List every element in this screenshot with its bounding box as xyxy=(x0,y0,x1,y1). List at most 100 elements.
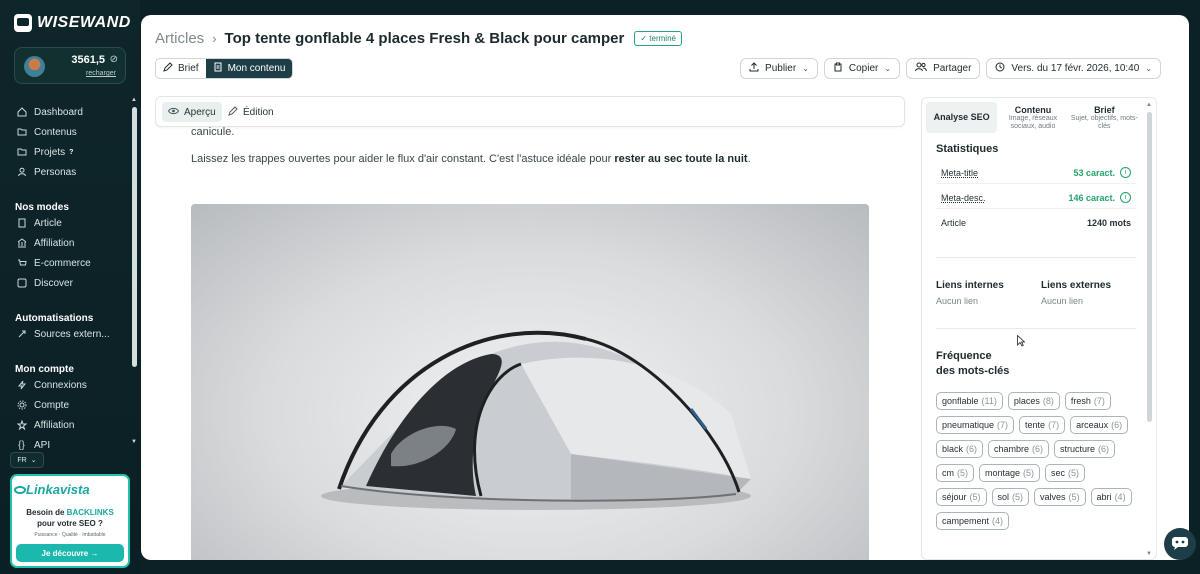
language-select[interactable]: FR ⌄ xyxy=(10,452,44,468)
copy-button[interactable]: Copier ⌄ xyxy=(823,58,901,79)
scroll-up-icon[interactable]: ▲ xyxy=(1146,102,1152,108)
sidebar-item-connexions[interactable]: Connexions xyxy=(16,375,128,395)
status-badge: ✓ terminé xyxy=(634,31,682,46)
tab-brief[interactable]: Brief xyxy=(156,59,206,78)
kw-title-line2: des mots-clés xyxy=(936,365,1010,377)
tab-my-content[interactable]: Mon contenu xyxy=(205,59,293,78)
divider xyxy=(936,257,1136,258)
keyword-pill[interactable]: sec (5) xyxy=(1045,464,1086,482)
tab-brief-seo[interactable]: Brief Sujet, objectifs, mots-clés xyxy=(1069,102,1140,133)
stat-label[interactable]: Meta-desc. xyxy=(941,193,986,203)
keyword-count: (5) xyxy=(969,492,981,502)
breadcrumb-articles[interactable]: Articles xyxy=(155,30,204,47)
sidebar-item-projets[interactable]: Projets ? xyxy=(16,142,128,162)
keyword-word: séjour xyxy=(942,492,967,502)
scroll-thumb[interactable] xyxy=(132,107,137,367)
sidebar-item-article[interactable]: Article xyxy=(16,213,128,233)
scroll-down-icon[interactable]: ▼ xyxy=(1146,551,1152,557)
external-links-value: Aucun lien xyxy=(1041,296,1084,306)
preview-button[interactable]: Aperçu xyxy=(162,102,222,122)
info-icon[interactable]: i xyxy=(1120,167,1131,178)
keyword-count: (4) xyxy=(1114,492,1126,502)
kw-title-line1: Fréquence xyxy=(936,350,992,362)
sidebar-item-personas[interactable]: Personas xyxy=(16,162,128,182)
keyword-pill[interactable]: valves (5) xyxy=(1034,488,1086,506)
keyword-word: campement xyxy=(942,516,990,526)
keyword-pill[interactable]: fresh (7) xyxy=(1064,392,1111,410)
keyword-pill[interactable]: campement (4) xyxy=(936,512,1010,530)
keyword-pill[interactable]: pneumatique (7) xyxy=(936,416,1015,434)
sidebar-item-external-sources[interactable]: Sources extern... xyxy=(16,324,128,344)
keyword-pill[interactable]: séjour (5) xyxy=(936,488,987,506)
keyword-pill[interactable]: places (8) xyxy=(1007,392,1060,410)
avatar[interactable] xyxy=(24,56,45,77)
sidebar-item-label: Compte xyxy=(34,399,70,411)
sidebar-item-ecommerce[interactable]: E-commerce xyxy=(16,253,128,273)
sidebar-item-account-affiliation[interactable]: Affiliation xyxy=(16,415,128,435)
tab-content[interactable]: Contenu Image, réseaux sociaux, audio xyxy=(997,102,1068,133)
keyword-pill[interactable]: chambre (6) xyxy=(988,440,1050,458)
keyword-pill[interactable]: structure (6) xyxy=(1054,440,1116,458)
chat-support-button[interactable] xyxy=(1164,528,1196,560)
sidebar-item-discover[interactable]: Discover xyxy=(16,273,128,293)
tab-label: Mon contenu xyxy=(227,63,286,74)
keyword-pill[interactable]: abri (4) xyxy=(1090,488,1132,506)
keyword-pill[interactable]: tente (7) xyxy=(1019,416,1066,434)
publish-label: Publier xyxy=(765,63,797,74)
version-select[interactable]: Vers. du 17 févr. 2026, 10:40 ⌄ xyxy=(986,58,1161,79)
credit-card[interactable]: 3561,5 ⊘ recharger xyxy=(14,47,126,84)
stat-value: 1240 mots xyxy=(1086,218,1131,228)
sidebar-item-affiliation[interactable]: Affiliation xyxy=(16,233,128,253)
stat-label[interactable]: Meta-title xyxy=(941,168,978,178)
keyword-word: sec xyxy=(1051,468,1066,478)
keyword-count: (6) xyxy=(1111,420,1123,430)
keyword-pill[interactable]: sol (5) xyxy=(991,488,1030,506)
keyword-list: gonflable (11) places (8) fresh (7) pneumatiqu… xyxy=(936,392,1140,530)
main-panel: Articles › Top tente gonflable 4 places … xyxy=(141,15,1189,560)
seo-panel-scrollbar[interactable]: ▲ ▼ xyxy=(1145,102,1154,557)
sidebar-item-dashboard[interactable]: Dashboard xyxy=(16,102,128,122)
keyword-pill[interactable]: cm (5) xyxy=(936,464,974,482)
view-mode-toggle: Aperçu Édition xyxy=(155,96,905,127)
internal-links-title: Liens internes xyxy=(936,280,1004,291)
sidebar-item-label: Discover xyxy=(34,277,73,289)
history-icon xyxy=(995,62,1005,75)
keyword-pill[interactable]: gonflable (11) xyxy=(936,392,1003,410)
sidebar-item-contenus[interactable]: Contenus xyxy=(16,122,128,142)
keyword-pill[interactable]: black (6) xyxy=(936,440,984,458)
sidebar-item-compte[interactable]: Compte xyxy=(16,395,128,415)
view-tabs: Brief Mon contenu xyxy=(155,58,294,79)
edit-button[interactable]: Édition xyxy=(222,102,280,122)
preview-label: Aperçu xyxy=(184,106,216,118)
sidebar-item-label: Affiliation xyxy=(34,237,75,249)
promo-title-pre: Besoin de xyxy=(26,508,67,517)
brand-logo[interactable]: WISEWAND xyxy=(14,14,131,32)
promo-title-highlight: BACKLINKS xyxy=(66,508,114,517)
scroll-down-icon[interactable]: ▼ xyxy=(131,439,137,445)
keyword-pill[interactable]: montage (5) xyxy=(979,464,1041,482)
scroll-thumb[interactable] xyxy=(1147,112,1152,422)
stat-label: Article xyxy=(941,218,967,228)
keyword-word: cm xyxy=(942,468,954,478)
promo-banner[interactable]: Linkavista Besoin de BACKLINKS pour votr… xyxy=(10,474,130,568)
sidebar-scrollbar[interactable]: ▲ ▼ xyxy=(130,97,138,445)
keyword-word: montage xyxy=(985,468,1021,478)
promo-cta-button[interactable]: Je découvre → xyxy=(16,544,124,562)
star-icon xyxy=(16,420,27,431)
cart-icon xyxy=(16,258,27,269)
breadcrumb: Articles › Top tente gonflable 4 places … xyxy=(155,30,682,47)
scroll-up-icon[interactable]: ▲ xyxy=(131,97,137,103)
stat-value: 146 caract. i xyxy=(1068,192,1131,203)
info-icon[interactable]: i xyxy=(1120,192,1131,203)
edit-label: Édition xyxy=(243,106,274,118)
keyword-word: gonflable xyxy=(942,396,979,406)
keyword-count: (8) xyxy=(1042,396,1054,406)
tab-seo-analysis[interactable]: Analyse SEO xyxy=(926,102,998,133)
share-button[interactable]: Partager xyxy=(906,58,981,79)
keyword-word: valves xyxy=(1040,492,1066,502)
article-paragraph: canicule. xyxy=(191,126,235,138)
recharge-link[interactable]: recharger xyxy=(86,70,116,77)
stat-value-text: 146 caract. xyxy=(1068,192,1115,203)
publish-button[interactable]: Publier ⌄ xyxy=(740,58,818,79)
keyword-pill[interactable]: arceaux (6) xyxy=(1070,416,1129,434)
